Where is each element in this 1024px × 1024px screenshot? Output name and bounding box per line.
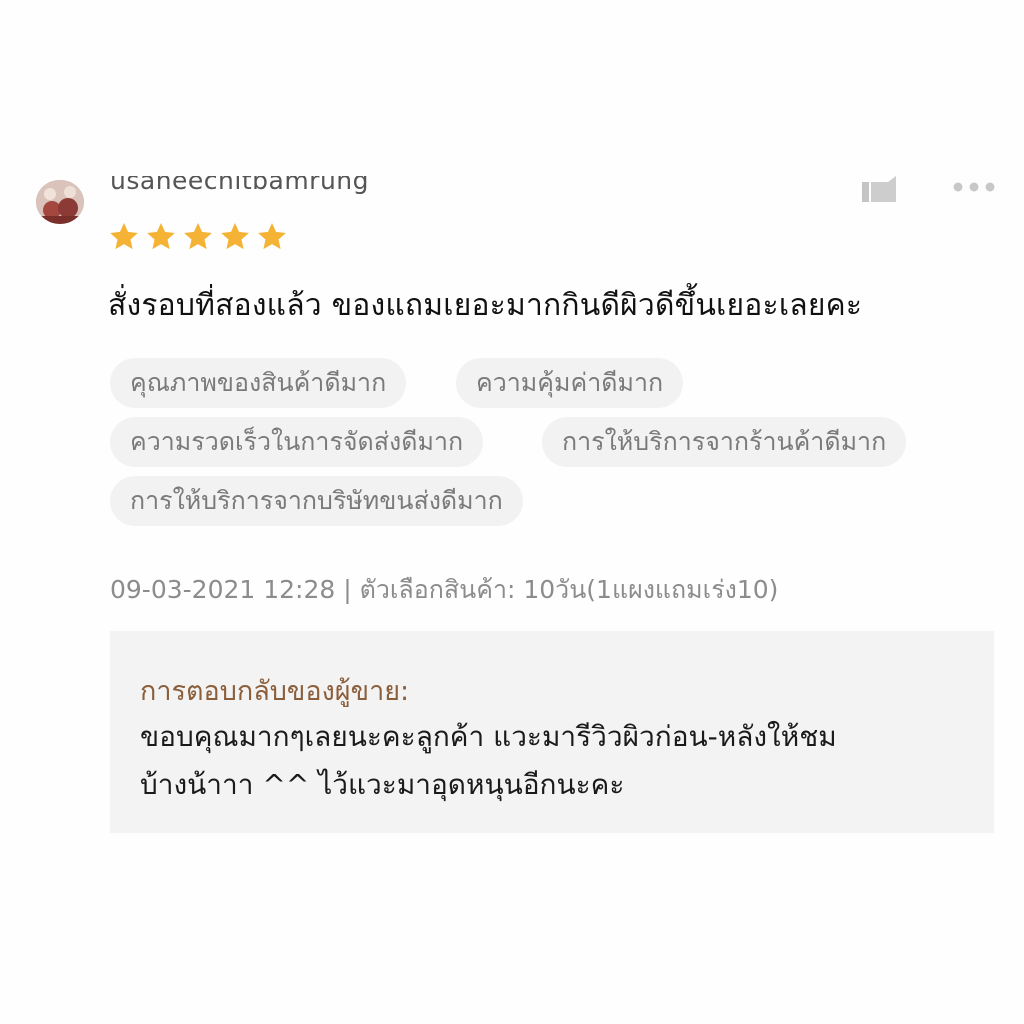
review-tag: การให้บริการจากบริษัทขนส่งดีมาก (110, 476, 523, 526)
seller-reply-line: บ้างน้าาา ^^ ไว้แวะมาอุดหนุนอีกนะคะ (140, 768, 625, 801)
thumbs-up-icon[interactable] (860, 176, 902, 204)
star-icon (184, 223, 212, 250)
review-tag: การให้บริการจากร้านค้าดีมาก (542, 417, 907, 467)
seller-reply-title: การตอบกลับของผู้ขาย: (140, 676, 410, 707)
review-card: usaneechitbamrung สั่งรอบที่สองแล้ว ของแ… (0, 176, 1024, 856)
star-icon (110, 223, 138, 250)
review-header: usaneechitbamrung (0, 176, 1024, 224)
review-tag: ความคุ้มค่าดีมาก (456, 358, 684, 408)
review-tag: คุณภาพของสินค้าดีมาก (110, 358, 407, 408)
page: usaneechitbamrung สั่งรอบที่สองแล้ว ของแ… (0, 0, 1024, 1024)
seller-reply-line: ขอบคุณมากๆเลยนะคะลูกค้า แวะมารีวิวผิวก่อ… (140, 720, 837, 753)
review-text: สั่งรอบที่สองแล้ว ของแถมเยอะมากกินดีผิวด… (108, 288, 863, 323)
review-tag: ความรวดเร็วในการจัดส่งดีมาก (110, 417, 484, 467)
username[interactable]: usaneechitbamrung (110, 176, 369, 195)
more-options-icon[interactable] (952, 180, 998, 194)
star-icon (258, 223, 286, 250)
star-icon (147, 223, 175, 250)
star-icon (221, 223, 249, 250)
avatar[interactable] (36, 180, 84, 224)
seller-reply: การตอบกลับของผู้ขาย: ขอบคุณมากๆเลยนะคะลู… (110, 631, 994, 833)
star-rating (108, 222, 288, 252)
seller-reply-text: ขอบคุณมากๆเลยนะคะลูกค้า แวะมารีวิวผิวก่อ… (140, 713, 970, 809)
review-meta: 09-03-2021 12:28 | ตัวเลือกสินค้า: 10วัน… (110, 575, 779, 604)
